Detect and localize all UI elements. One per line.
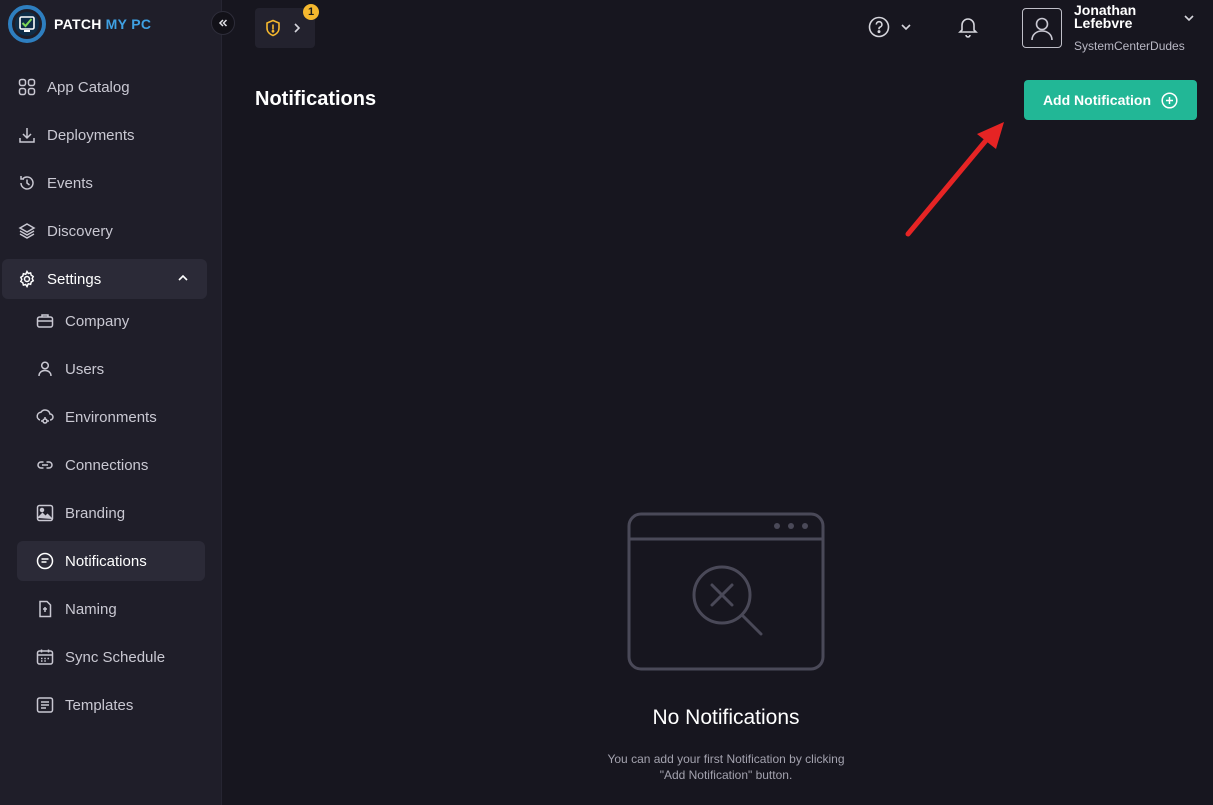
gear-icon [18, 270, 36, 288]
user-menu-button[interactable] [1182, 11, 1196, 30]
sidebar-item-label: Connections [65, 456, 149, 474]
template-icon [36, 696, 54, 714]
plus-circle-icon [1161, 91, 1178, 109]
empty-state-description: You can add your first Notification by c… [607, 752, 845, 782]
avatar[interactable] [1022, 8, 1062, 48]
sidebar-item-app-catalog[interactable]: App Catalog [0, 67, 222, 107]
chevron-down-icon [1184, 15, 1194, 22]
sidebar-item-settings[interactable]: Settings [2, 259, 207, 299]
download-icon [18, 126, 36, 144]
sidebar-item-branding[interactable]: Branding [17, 493, 205, 533]
sidebar-item-notifications[interactable]: Notifications [17, 541, 205, 581]
double-chevron-left-icon [218, 19, 228, 27]
link-icon [36, 456, 54, 474]
sidebar: PATCH MY PC App Catalog Deployments Event… [0, 0, 222, 805]
empty-state-title: No Notifications [652, 706, 800, 729]
collapse-sidebar-button[interactable] [211, 11, 235, 35]
sidebar-item-label: Notifications [65, 552, 147, 570]
sidebar-item-label: Discovery [47, 222, 113, 240]
sidebar-item-naming[interactable]: Naming [17, 589, 205, 629]
user-icon [36, 360, 54, 378]
chevron-down-icon [901, 24, 911, 31]
image-icon [36, 504, 54, 522]
sidebar-item-users[interactable]: Users [17, 349, 205, 389]
sidebar-item-label: Company [65, 312, 130, 330]
sidebar-item-connections[interactable]: Connections [17, 445, 205, 485]
add-notification-button[interactable]: Add Notification [1024, 80, 1197, 120]
bell-icon [958, 18, 978, 38]
chevron-up-icon [177, 271, 189, 288]
sidebar-item-deployments[interactable]: Deployments [0, 115, 222, 155]
brand-logo-area[interactable]: PATCH MY PC [8, 5, 151, 43]
notification-icon [36, 552, 54, 570]
grid-icon [18, 78, 36, 96]
briefcase-icon [36, 312, 54, 330]
calendar-icon [36, 648, 54, 666]
sidebar-item-templates[interactable]: Templates [17, 685, 205, 725]
notifications-bell-button[interactable] [956, 15, 980, 44]
sidebar-item-label: Sync Schedule [65, 648, 166, 666]
history-icon [18, 174, 36, 192]
chevron-right-icon [292, 21, 302, 39]
shield-icon [265, 19, 281, 42]
sidebar-item-label: Events [47, 174, 93, 192]
sidebar-item-label: App Catalog [47, 78, 130, 96]
sidebar-item-discovery[interactable]: Discovery [0, 211, 222, 251]
red-arrow-annotation-icon [905, 122, 1004, 237]
add-notification-label: Add Notification [1042, 92, 1152, 108]
sidebar-item-events[interactable]: Events [0, 163, 222, 203]
sidebar-item-label: Users [65, 360, 105, 378]
sidebar-item-label: Templates [65, 696, 134, 714]
sidebar-item-sync-schedule[interactable]: Sync Schedule [17, 637, 205, 677]
sidebar-item-label: Settings [47, 270, 102, 288]
help-icon [868, 16, 890, 38]
user-name: Jonathan Lefebvre [1074, 2, 1137, 31]
user-avatar-icon [1031, 17, 1053, 41]
sidebar-item-label: Deployments [47, 126, 135, 144]
patch-my-pc-logo-icon [8, 5, 46, 43]
sidebar-item-environments[interactable]: Environments [17, 397, 205, 437]
help-menu-button[interactable] [868, 16, 912, 38]
sidebar-item-label: Branding [65, 504, 126, 522]
sidebar-item-company[interactable]: Company [17, 301, 205, 341]
user-organization: SystemCenterDudes [1074, 39, 1185, 53]
alert-count-badge: 1 [303, 4, 319, 20]
environment-icon [36, 408, 54, 426]
sidebar-item-label: Naming [65, 600, 117, 618]
sidebar-item-label: Environments [65, 408, 157, 426]
naming-icon [36, 600, 54, 618]
page-title: Notifications [255, 88, 377, 110]
brand-name: PATCH MY PC [54, 16, 152, 32]
empty-state-illustration-icon [627, 512, 825, 671]
layers-icon [18, 222, 36, 240]
